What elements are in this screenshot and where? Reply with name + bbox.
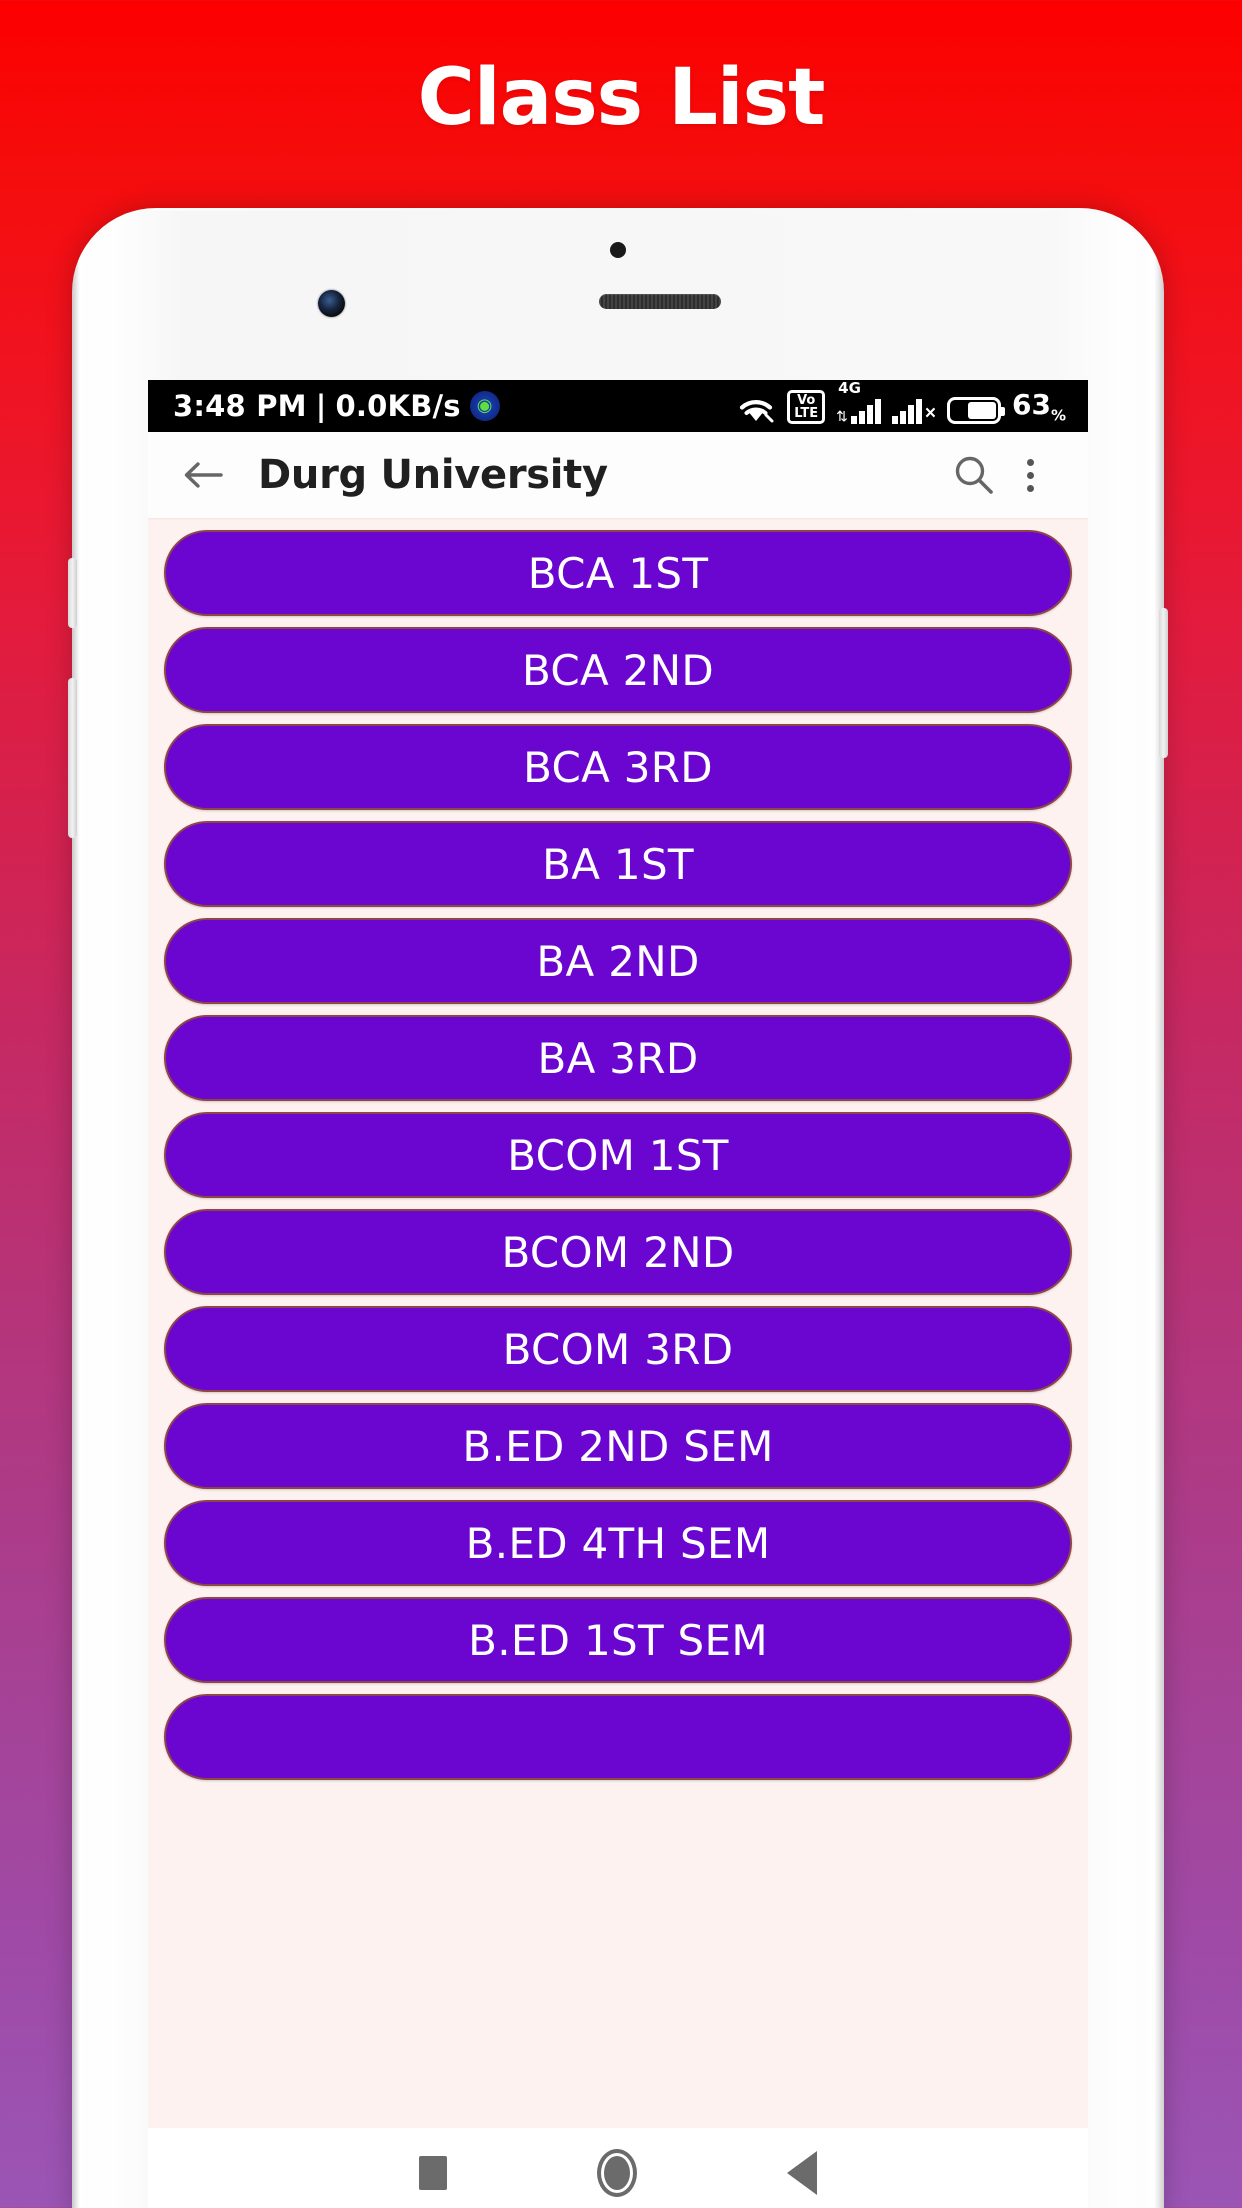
home-circle-icon[interactable] (597, 2149, 637, 2197)
list-item-label: B.ED 1ST SEM (468, 1615, 768, 1665)
overflow-menu-icon[interactable] (1002, 447, 1058, 503)
search-icon[interactable] (946, 447, 1002, 503)
list-item-partial[interactable] (164, 1694, 1072, 1780)
list-item-label: B.ED 2ND SEM (462, 1421, 774, 1471)
list-item[interactable]: B.ED 4TH SEM (164, 1500, 1072, 1586)
signal-bars-icon (850, 396, 881, 425)
list-item-label: BCA 1ST (527, 548, 709, 598)
phone-mockup: 3:48 PM | 0.0KB/s ◉ Vo LTE 4G ⇅ × 63% Du… (68, 208, 1168, 2208)
app-bar-title: Durg University (258, 452, 608, 498)
volte-bottom-label: LTE (794, 406, 819, 422)
list-item[interactable]: BCA 2ND (164, 627, 1072, 713)
data-transfer-icon: ⇅ (836, 408, 848, 425)
list-item-label: B.ED 4TH SEM (465, 1518, 771, 1568)
list-item[interactable]: BCA 3RD (164, 724, 1072, 810)
network-type-label: 4G (838, 380, 861, 398)
list-item[interactable]: BA 2ND (164, 918, 1072, 1004)
app-bar: Durg University (148, 432, 1088, 518)
list-item-label: BCOM 2ND (501, 1227, 735, 1277)
android-navigation-bar (148, 2128, 1088, 2208)
list-item-label: BA 1ST (542, 839, 694, 889)
recents-square-icon[interactable] (419, 2156, 447, 2190)
no-sim-icon: × (924, 403, 936, 425)
back-triangle-icon[interactable] (787, 2151, 817, 2195)
list-item[interactable]: BA 1ST (164, 821, 1072, 907)
list-item[interactable]: B.ED 2ND SEM (164, 1403, 1072, 1489)
status-separator: | (315, 389, 327, 423)
list-item[interactable]: B.ED 1ST SEM (164, 1597, 1072, 1683)
volte-icon: Vo LTE (787, 390, 826, 425)
status-time: 3:48 PM (173, 389, 307, 423)
wifi-icon (736, 394, 776, 424)
list-item-label: BA 2ND (536, 936, 700, 986)
sim2-signal-icon: × (891, 396, 936, 425)
front-camera-icon (318, 290, 345, 317)
list-item[interactable]: BCOM 1ST (164, 1112, 1072, 1198)
status-network-speed: 0.0KB/s (335, 389, 461, 423)
class-list[interactable]: BCA 1ST BCA 2ND BCA 3RD BA 1ST BA 2ND BA… (148, 518, 1088, 2164)
list-item-label: BCOM 3RD (502, 1324, 734, 1374)
list-item[interactable]: BCOM 3RD (164, 1306, 1072, 1392)
phone-volume-down-button (68, 678, 77, 838)
status-bar-right: Vo LTE 4G ⇅ × 63% (736, 381, 1066, 425)
list-item-label: BCOM 1ST (507, 1130, 729, 1180)
battery-percent-label: 63% (1012, 387, 1066, 425)
earpiece-speaker (599, 294, 721, 309)
status-bar-left: 3:48 PM | 0.0KB/s ◉ (173, 389, 500, 423)
list-item-label: BCA 3RD (523, 742, 713, 792)
list-item[interactable]: BA 3RD (164, 1015, 1072, 1101)
signal-bars-secondary-icon (891, 396, 922, 425)
phone-screen: 3:48 PM | 0.0KB/s ◉ Vo LTE 4G ⇅ × 63% Du… (148, 380, 1088, 2208)
proximity-sensor-icon (610, 242, 626, 258)
list-item[interactable]: BCOM 2ND (164, 1209, 1072, 1295)
list-item-label: BCA 2ND (521, 645, 715, 695)
phone-power-button (1159, 608, 1168, 758)
back-arrow-icon[interactable] (176, 448, 230, 502)
battery-icon (947, 397, 1005, 425)
android-icon: ◉ (469, 391, 500, 421)
phone-volume-up-button (68, 558, 77, 628)
page-title: Class List (417, 53, 826, 143)
sim1-signal-icon: 4G ⇅ (836, 381, 881, 425)
list-item[interactable]: BCA 1ST (164, 530, 1072, 616)
status-bar: 3:48 PM | 0.0KB/s ◉ Vo LTE 4G ⇅ × 63% (148, 380, 1088, 432)
list-item-label: BA 3RD (537, 1033, 699, 1083)
